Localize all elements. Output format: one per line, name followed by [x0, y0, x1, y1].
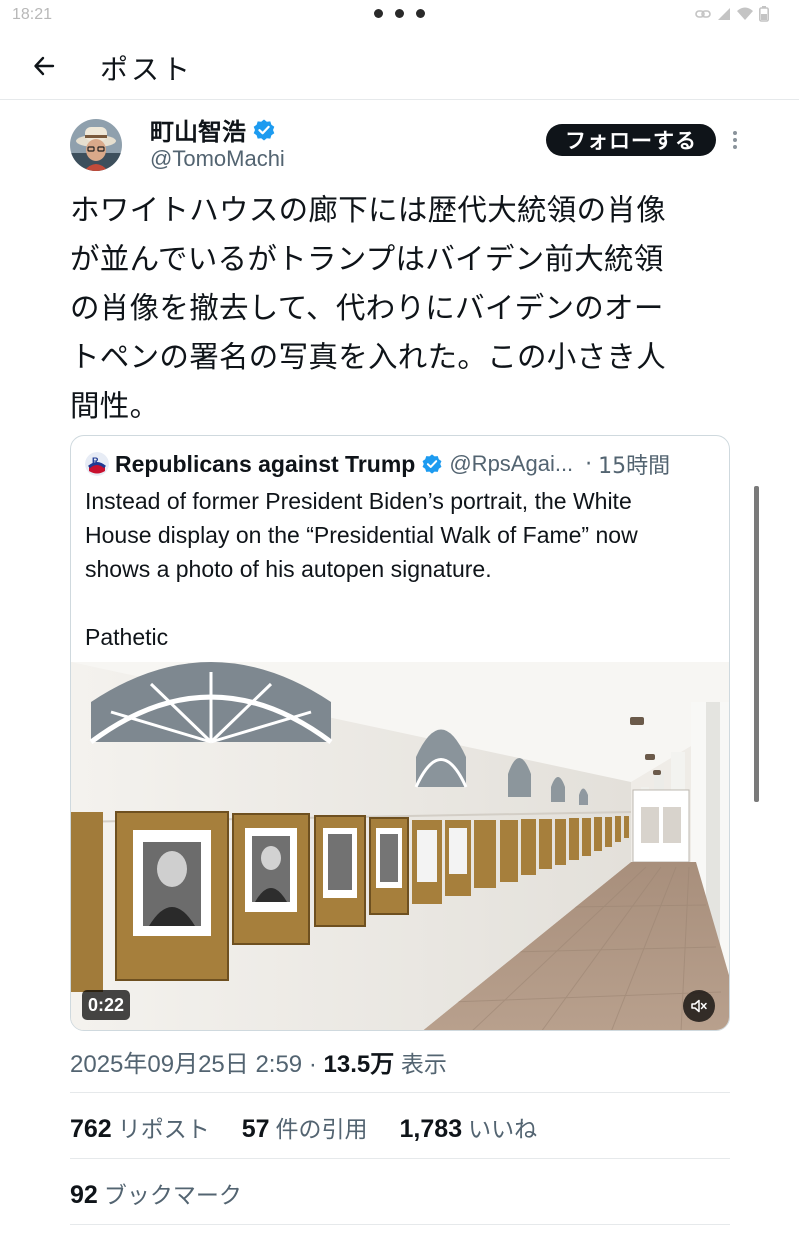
verified-badge-icon — [422, 454, 442, 474]
retweets-label: リポスト — [117, 1117, 210, 1143]
bookmarks-stat[interactable]: 92 ブックマーク — [70, 1176, 242, 1210]
quote-author-name: Republicans against Trump — [115, 450, 416, 477]
link-icon — [695, 10, 711, 18]
author-handle[interactable]: @TomoMachi — [150, 146, 285, 172]
likes-label: いいね — [468, 1117, 538, 1143]
arrow-left-icon — [34, 56, 55, 76]
likes-stat[interactable]: 1,783 いいね — [400, 1110, 538, 1144]
mute-button[interactable] — [683, 990, 715, 1022]
likes-count: 1,783 — [399, 1115, 463, 1143]
bookmarks-count: 92 — [70, 1181, 98, 1209]
page-title: ポスト — [100, 53, 194, 86]
quoted-tweet[interactable]: R Republicans against Trump @RpsAgai... … — [70, 435, 730, 1031]
wifi-icon — [737, 7, 753, 20]
more-options-icon[interactable] — [728, 128, 742, 152]
verified-badge-icon — [253, 119, 275, 140]
top-bar: ポスト — [0, 32, 799, 100]
speaker-muted-icon — [691, 999, 707, 1013]
quote-time: 15時間 — [598, 454, 671, 479]
scrollbar[interactable] — [754, 486, 759, 802]
back-button[interactable] — [22, 46, 66, 86]
divider — [70, 1092, 730, 1093]
quote-text: Instead of former President Biden’s port… — [85, 488, 638, 650]
quote-video[interactable]: 0:22 — [71, 662, 729, 1030]
meta-separator: · — [308, 1051, 317, 1078]
bookmarks-stats: 92 ブックマーク — [70, 1176, 274, 1210]
engagement-stats: 762 リポスト 57 件の引用 1,783 いいね — [70, 1110, 569, 1144]
quote-separator: · — [585, 451, 593, 477]
views-count: 13.5万 — [323, 1051, 395, 1078]
status-bar: 18:21 — [0, 0, 799, 32]
bookmarks-label: ブックマーク — [103, 1183, 242, 1209]
retweets-count: 762 — [70, 1115, 112, 1143]
divider — [70, 1158, 730, 1159]
video-duration-badge: 0:22 — [82, 990, 131, 1020]
divider — [70, 1224, 730, 1225]
quote-header: R Republicans against Trump @RpsAgai... … — [85, 448, 717, 480]
views-label: 表示 — [400, 1052, 447, 1078]
status-icons — [695, 6, 769, 22]
svg-text:R: R — [92, 456, 99, 466]
quote-avatar: R — [85, 452, 109, 476]
status-time: 18:21 — [12, 6, 53, 23]
battery-icon — [759, 6, 769, 22]
retweets-stat[interactable]: 762 リポスト — [70, 1110, 210, 1144]
quotes-count: 57 — [241, 1115, 270, 1143]
status-dots — [374, 9, 425, 18]
quotes-stat[interactable]: 57 件の引用 — [242, 1110, 368, 1144]
quotes-label: 件の引用 — [275, 1117, 368, 1143]
video-thumbnail — [71, 662, 729, 1030]
author-name[interactable]: 町山智浩 — [150, 112, 276, 147]
avatar[interactable] — [70, 119, 122, 171]
tweet-timestamp[interactable]: 2025年09月25日 2:59 — [70, 1051, 302, 1078]
tweet-text: ホワイトハウスの廊下には歴代大統領の肖像 が並んでいるがトランプはバイデン前大統… — [70, 193, 666, 423]
tweet-meta: 2025年09月25日 2:59 · 13.5万 表示 — [70, 1044, 447, 1079]
follow-button[interactable]: フォローする — [546, 124, 716, 156]
signal-icon — [718, 8, 730, 20]
author-name-text: 町山智浩 — [150, 118, 246, 146]
quote-author-handle: @RpsAgai... — [449, 451, 574, 476]
